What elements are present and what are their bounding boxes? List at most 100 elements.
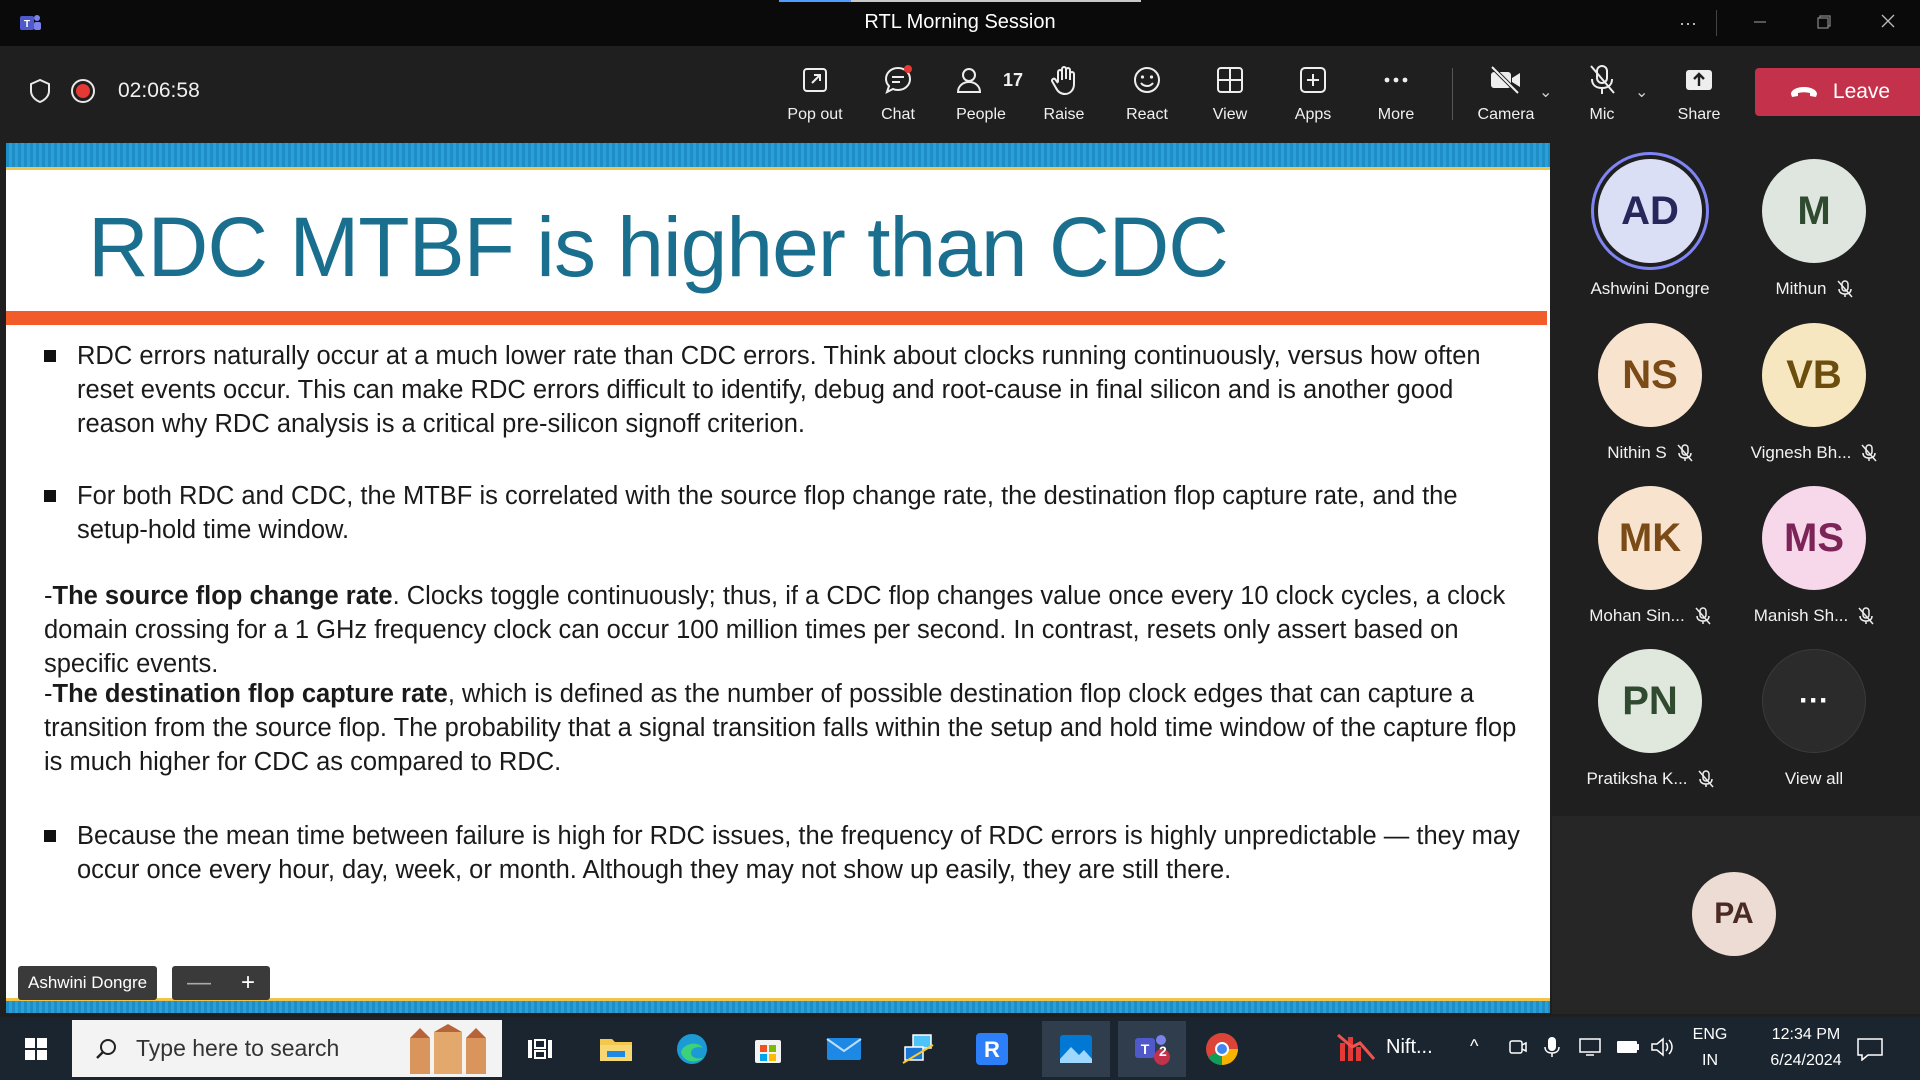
volume-icon[interactable] bbox=[1650, 1036, 1674, 1058]
share-icon bbox=[1686, 70, 1712, 90]
mic-button[interactable]: Mic bbox=[1560, 62, 1644, 124]
participant-tile[interactable]: MS Manish Sh... bbox=[1739, 486, 1889, 626]
popout-button[interactable]: Pop out bbox=[773, 62, 857, 124]
raise-hand-button[interactable]: Raise bbox=[1022, 62, 1106, 124]
photos-button[interactable] bbox=[1042, 1021, 1110, 1077]
toolbar-divider bbox=[1452, 68, 1453, 120]
avatar: PN bbox=[1598, 649, 1702, 753]
mic-options-chevron-icon[interactable]: ⌄ bbox=[1635, 82, 1648, 102]
bullet-marker bbox=[44, 830, 56, 842]
participant-tile[interactable]: M Mithun bbox=[1739, 159, 1889, 299]
participants-panel: AD Ashwini Dongre M Mithun NS Nithin S V… bbox=[1552, 143, 1920, 813]
show-hidden-icons-chevron-icon[interactable]: ^ bbox=[1470, 1033, 1478, 1059]
more-participants-icon: ··· bbox=[1762, 649, 1866, 753]
battery-icon[interactable] bbox=[1616, 1039, 1640, 1055]
apps-button[interactable]: Apps bbox=[1271, 62, 1355, 124]
mic-label: Mic bbox=[1589, 106, 1615, 123]
camera-label: Camera bbox=[1477, 106, 1535, 123]
raise-label: Raise bbox=[1043, 106, 1085, 123]
participant-name: Vignesh Bh... bbox=[1750, 443, 1852, 462]
store-icon bbox=[755, 1040, 781, 1063]
slide-title-underline bbox=[6, 311, 1547, 325]
more-button[interactable]: More bbox=[1354, 62, 1438, 124]
paragraph-destination-flop: -The destination flop capture rate, whic… bbox=[44, 677, 1524, 779]
participant-tile[interactable]: PN Pratiksha K... bbox=[1575, 649, 1725, 789]
notifications-icon[interactable] bbox=[1856, 1037, 1884, 1061]
apps-icon bbox=[1300, 67, 1326, 93]
raise-hand-icon bbox=[1051, 66, 1075, 96]
mail-button[interactable] bbox=[820, 1025, 868, 1073]
shield-icon bbox=[30, 78, 50, 104]
participant-tile[interactable]: AD Ashwini Dongre bbox=[1575, 159, 1725, 299]
start-button[interactable] bbox=[12, 1025, 60, 1073]
microphone-icon[interactable] bbox=[1544, 1035, 1560, 1059]
view-all-button[interactable]: ··· View all bbox=[1739, 649, 1889, 789]
paragraph-dash: - bbox=[44, 680, 53, 708]
network-icon[interactable] bbox=[1578, 1037, 1604, 1057]
app-button-r[interactable]: R bbox=[968, 1025, 1016, 1073]
chrome-icon bbox=[1206, 1033, 1238, 1066]
shared-slide: RDC MTBF is higher than CDC RDC errors n… bbox=[6, 143, 1550, 1013]
paragraph-heading: The source flop change rate bbox=[52, 582, 393, 610]
taskbar-search[interactable]: Type here to search bbox=[72, 1020, 502, 1077]
restore-button[interactable] bbox=[1806, 10, 1842, 36]
view-icon bbox=[1217, 67, 1243, 93]
bullet-text: RDC errors naturally occur at a much low… bbox=[77, 342, 1481, 438]
clock-date: 6/24/2024 bbox=[1770, 1052, 1842, 1069]
camera-options-chevron-icon[interactable]: ⌄ bbox=[1539, 82, 1552, 102]
people-label: People bbox=[956, 106, 1006, 123]
language-indicator[interactable]: ENG IN bbox=[1686, 1022, 1734, 1074]
edge-icon bbox=[677, 1034, 707, 1064]
meeting-toolbar: 02:06:58 Pop out Chat 17 People Raise Re… bbox=[0, 46, 1920, 140]
react-icon bbox=[1134, 67, 1160, 93]
more-options-icon[interactable]: ··· bbox=[1670, 10, 1706, 36]
camera-button[interactable]: Camera bbox=[1464, 62, 1548, 124]
view-button[interactable]: View bbox=[1188, 62, 1272, 124]
edge-button[interactable] bbox=[668, 1025, 716, 1073]
people-button[interactable]: 17 People bbox=[939, 62, 1023, 124]
remote-desktop-button[interactable] bbox=[894, 1025, 942, 1073]
region-code: IN bbox=[1702, 1052, 1718, 1069]
nifty-widget[interactable]: Nift... bbox=[1336, 1031, 1433, 1063]
participant-tile[interactable]: MK Mohan Sin... bbox=[1575, 486, 1725, 626]
leave-button[interactable]: Leave bbox=[1755, 68, 1920, 116]
meet-now-icon[interactable] bbox=[1508, 1037, 1528, 1057]
share-label: Share bbox=[1677, 106, 1721, 123]
store-button[interactable] bbox=[744, 1025, 792, 1073]
chat-button[interactable]: Chat bbox=[856, 62, 940, 124]
slide-title: RDC MTBF is higher than CDC bbox=[88, 200, 1229, 294]
zoom-control: — + bbox=[172, 966, 270, 1000]
bullet-marker bbox=[44, 350, 56, 362]
windows-logo-icon bbox=[25, 1038, 47, 1060]
share-button[interactable]: Share bbox=[1657, 62, 1741, 124]
muted-mic-icon bbox=[1697, 770, 1714, 788]
file-explorer-button[interactable] bbox=[592, 1025, 640, 1073]
view-all-label: View all bbox=[1784, 769, 1844, 788]
task-view-button[interactable] bbox=[516, 1025, 564, 1073]
muted-mic-icon bbox=[1861, 444, 1877, 462]
self-video-tile[interactable]: PA bbox=[1552, 816, 1920, 1014]
hang-up-icon bbox=[1790, 87, 1817, 97]
slide-top-line bbox=[6, 167, 1550, 170]
participant-tile[interactable]: NS Nithin S bbox=[1575, 323, 1725, 463]
paragraph-source-flop: -The source flop change rate. Clocks tog… bbox=[44, 579, 1524, 681]
zoom-in-button[interactable]: + bbox=[241, 969, 255, 997]
apps-label: Apps bbox=[1294, 106, 1332, 123]
clock[interactable]: 12:34 PM 6/24/2024 bbox=[1746, 1022, 1866, 1074]
zoom-out-button[interactable]: — bbox=[187, 969, 211, 997]
close-button[interactable] bbox=[1870, 10, 1906, 36]
popout-icon bbox=[803, 68, 827, 92]
leave-label: Leave bbox=[1832, 80, 1891, 103]
avatar: M bbox=[1762, 159, 1866, 263]
participant-tile[interactable]: VB Vignesh Bh... bbox=[1739, 323, 1889, 463]
presenter-name-tag: Ashwini Dongre bbox=[18, 966, 158, 1000]
people-count: 17 bbox=[1002, 69, 1023, 90]
teams-button[interactable]: T 2 bbox=[1118, 1021, 1186, 1077]
participant-name: Nithin S bbox=[1607, 443, 1667, 462]
avatar: VB bbox=[1762, 323, 1866, 427]
react-button[interactable]: React bbox=[1105, 62, 1189, 124]
muted-mic-icon bbox=[1677, 444, 1693, 462]
search-icon bbox=[96, 1038, 116, 1059]
chrome-button[interactable] bbox=[1194, 1025, 1250, 1073]
minimize-button[interactable] bbox=[1742, 10, 1778, 36]
